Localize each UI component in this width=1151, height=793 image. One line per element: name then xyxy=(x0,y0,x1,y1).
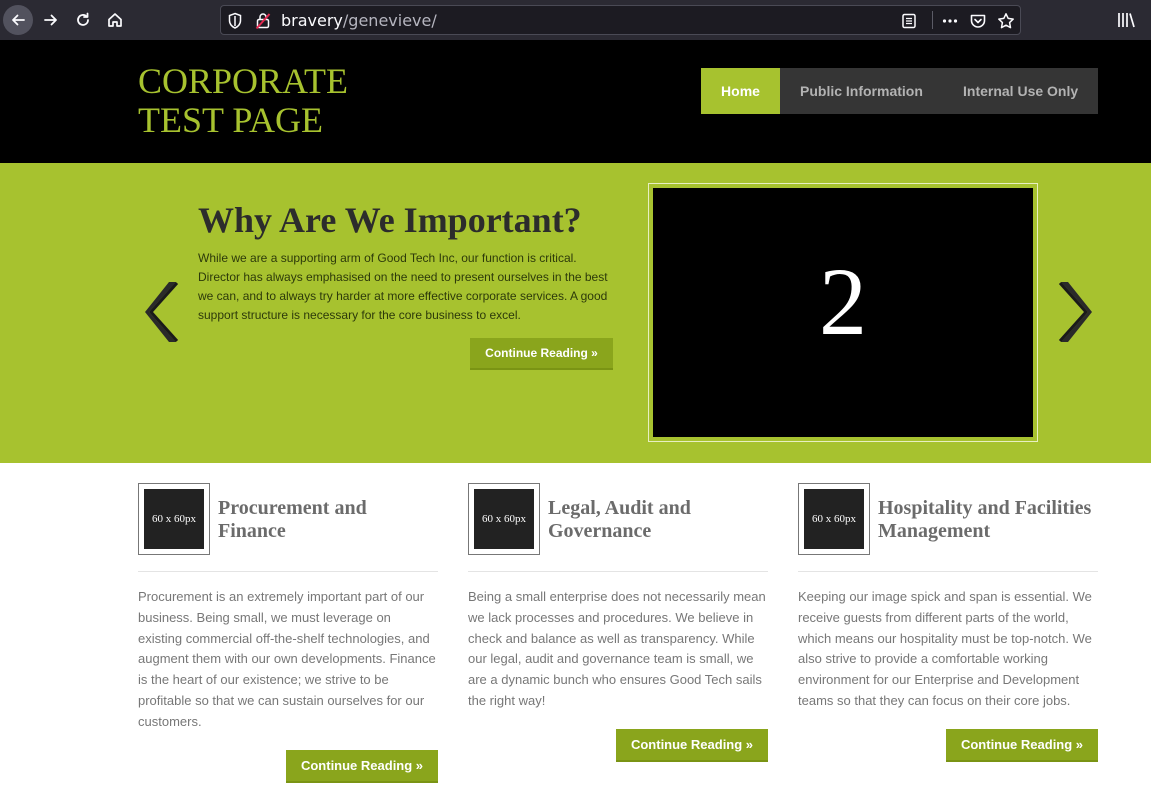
hero-slider: Why Are We Important? While we are a sup… xyxy=(0,163,1151,463)
site-header: CORPORATE TEST PAGE Home Public Informat… xyxy=(0,40,1151,163)
tracking-shield-icon[interactable] xyxy=(227,12,243,35)
thumbnail-placeholder: 60 x 60px xyxy=(804,489,864,549)
url-path: /genevieve/ xyxy=(342,11,437,30)
forward-arrow-icon[interactable] xyxy=(36,5,66,35)
slide-image-frame: 2 xyxy=(648,183,1038,442)
feature-title[interactable]: Hospitality and Facilities Management xyxy=(878,497,1098,543)
slide-title: Why Are We Important? xyxy=(198,200,582,240)
address-bar[interactable]: bravery/genevieve/ xyxy=(220,5,1021,35)
url-host: bravery xyxy=(281,11,343,30)
library-icon[interactable] xyxy=(1117,11,1137,34)
logo-line-1: CORPORATE xyxy=(138,61,349,101)
main-nav: Home Public Information Internal Use Onl… xyxy=(701,68,1098,114)
thumbnail-placeholder: 60 x 60px xyxy=(144,489,204,549)
toolbar-separator xyxy=(932,11,933,29)
feature-title[interactable]: Procurement and Finance xyxy=(218,497,438,543)
browser-toolbar: bravery/genevieve/ xyxy=(0,0,1151,40)
thumbnail-placeholder: 60 x 60px xyxy=(474,489,534,549)
nav-public-information[interactable]: Public Information xyxy=(780,68,943,114)
feature-continue-reading-button[interactable]: Continue Reading » xyxy=(946,729,1098,762)
feature-divider xyxy=(138,571,438,572)
feature-continue-reading-button[interactable]: Continue Reading » xyxy=(286,750,438,783)
slide-text: While we are a supporting arm of Good Te… xyxy=(198,251,608,322)
reload-icon[interactable] xyxy=(68,5,98,35)
feature-continue-reading-button[interactable]: Continue Reading » xyxy=(616,729,768,762)
logo-line-2: TEST PAGE xyxy=(138,100,324,140)
slide-continue-reading-button[interactable]: Continue Reading » xyxy=(470,338,613,370)
more-actions-icon[interactable] xyxy=(941,12,959,35)
url-text[interactable]: bravery/genevieve/ xyxy=(281,11,437,30)
feature-thumbnail: 60 x 60px xyxy=(138,483,210,555)
insecure-lock-icon[interactable] xyxy=(255,12,271,35)
back-arrow-icon[interactable] xyxy=(3,5,33,35)
home-icon[interactable] xyxy=(100,5,130,35)
site-logo[interactable]: CORPORATE TEST PAGE xyxy=(138,62,438,140)
feature-divider xyxy=(468,571,768,572)
slider-prev-icon[interactable] xyxy=(143,279,179,350)
feature-thumbnail: 60 x 60px xyxy=(798,483,870,555)
nav-internal-use-only[interactable]: Internal Use Only xyxy=(943,68,1098,114)
slider-next-icon[interactable] xyxy=(1058,279,1094,350)
feature-divider xyxy=(798,571,1098,572)
feature-title[interactable]: Legal, Audit and Governance xyxy=(548,497,768,543)
slide-image: 2 xyxy=(653,188,1033,437)
pocket-icon[interactable] xyxy=(969,12,987,35)
feature-thumbnail: 60 x 60px xyxy=(468,483,540,555)
reader-view-icon[interactable] xyxy=(901,12,917,35)
nav-home[interactable]: Home xyxy=(701,68,780,114)
slide-number: 2 xyxy=(819,248,867,355)
feature-text: Being a small enterprise does not necess… xyxy=(468,589,766,708)
feature-text: Keeping our image spick and span is esse… xyxy=(798,589,1092,708)
bookmark-star-icon[interactable] xyxy=(997,12,1015,35)
feature-text: Procurement is an extremely important pa… xyxy=(138,589,436,729)
